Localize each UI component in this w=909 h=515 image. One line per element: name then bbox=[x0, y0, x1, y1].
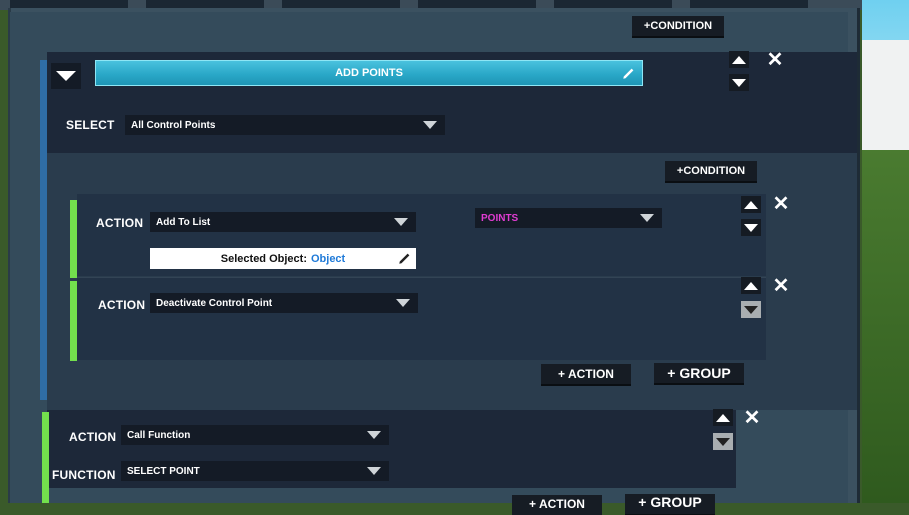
action-label: ACTION bbox=[96, 216, 144, 230]
arrow-down-icon bbox=[744, 305, 758, 314]
arrow-up-icon bbox=[716, 413, 730, 422]
tab-1[interactable] bbox=[10, 0, 128, 8]
action-label: ACTION bbox=[98, 298, 146, 312]
call-move-up-button[interactable] bbox=[713, 409, 733, 426]
arrow-down-icon bbox=[732, 78, 746, 87]
action-bar bbox=[70, 200, 77, 278]
pencil-icon[interactable] bbox=[398, 251, 412, 265]
action-label: ACTION bbox=[69, 430, 117, 444]
add-action-button[interactable]: + ACTION bbox=[541, 364, 631, 384]
function-value: SELECT POINT bbox=[127, 465, 200, 477]
action-value: Call Function bbox=[127, 429, 191, 441]
arrow-up-icon bbox=[744, 281, 758, 290]
select-dropdown[interactable]: All Control Points bbox=[125, 115, 445, 135]
function-dropdown[interactable]: SELECT POINT bbox=[121, 461, 389, 481]
tab-6[interactable] bbox=[690, 0, 808, 8]
selected-object-field[interactable]: Selected Object: Object bbox=[150, 248, 416, 269]
function-label: FUNCTION bbox=[52, 468, 116, 482]
action-bar bbox=[70, 281, 77, 361]
action-dropdown-add-to-list[interactable]: Add To List bbox=[150, 212, 416, 232]
chevron-down-icon bbox=[367, 467, 381, 475]
chevron-down-icon bbox=[56, 71, 76, 81]
tab-4[interactable] bbox=[418, 0, 536, 8]
action-row-deactivate bbox=[77, 277, 766, 360]
tab-5[interactable] bbox=[554, 0, 672, 8]
action-bar bbox=[42, 412, 49, 503]
add-condition-inner-button[interactable]: +CONDITION bbox=[665, 161, 757, 181]
collapse-button[interactable] bbox=[51, 63, 81, 89]
action-value: Deactivate Control Point bbox=[156, 297, 273, 309]
action-dropdown-call-function[interactable]: Call Function bbox=[121, 425, 389, 445]
call-move-down-button[interactable] bbox=[713, 433, 733, 450]
chevron-down-icon bbox=[640, 214, 654, 222]
select-label: SELECT bbox=[66, 118, 115, 132]
action-close-icon[interactable]: ✕ bbox=[771, 194, 791, 214]
chevron-down-icon bbox=[394, 218, 408, 226]
selected-object-prefix: Selected Object: bbox=[220, 252, 307, 265]
action-dropdown-deactivate[interactable]: Deactivate Control Point bbox=[150, 293, 418, 313]
block-move-down-button[interactable] bbox=[729, 74, 749, 91]
select-value: All Control Points bbox=[131, 119, 216, 131]
tab-3[interactable] bbox=[282, 0, 400, 8]
block-close-icon[interactable]: ✕ bbox=[765, 50, 785, 70]
action2-close-icon[interactable]: ✕ bbox=[771, 276, 791, 296]
add-group-button[interactable]: + GROUP bbox=[654, 363, 744, 383]
pencil-icon[interactable] bbox=[622, 66, 636, 80]
arrow-down-icon bbox=[744, 223, 758, 232]
bottom-add-group-button[interactable]: + GROUP bbox=[625, 494, 715, 514]
arrow-down-icon bbox=[716, 437, 730, 446]
chevron-down-icon bbox=[423, 121, 437, 129]
action2-move-down-button[interactable] bbox=[741, 301, 761, 318]
points-dropdown[interactable]: POINTS bbox=[475, 208, 662, 228]
add-condition-button[interactable]: +CONDITION bbox=[632, 16, 724, 36]
tab-2[interactable] bbox=[146, 0, 264, 8]
arrow-up-icon bbox=[744, 200, 758, 209]
grass-ground bbox=[862, 150, 909, 503]
action-value: Add To List bbox=[156, 216, 211, 228]
building-wall bbox=[862, 40, 909, 150]
call-close-icon[interactable]: ✕ bbox=[742, 408, 762, 428]
action-move-up-button[interactable] bbox=[741, 196, 761, 213]
block-move-up-button[interactable] bbox=[729, 51, 749, 68]
block-side-bar bbox=[40, 60, 47, 400]
chevron-down-icon bbox=[396, 299, 410, 307]
action2-move-up-button[interactable] bbox=[741, 277, 761, 294]
arrow-up-icon bbox=[732, 55, 746, 64]
bottom-add-action-button[interactable]: + ACTION bbox=[512, 495, 602, 515]
points-label: POINTS bbox=[481, 212, 519, 224]
selected-object-value: Object bbox=[310, 252, 346, 265]
chevron-down-icon bbox=[367, 431, 381, 439]
block-title: ADD POINTS bbox=[335, 67, 403, 79]
action-move-down-button[interactable] bbox=[741, 219, 761, 236]
block-title-field[interactable]: ADD POINTS bbox=[95, 60, 643, 86]
